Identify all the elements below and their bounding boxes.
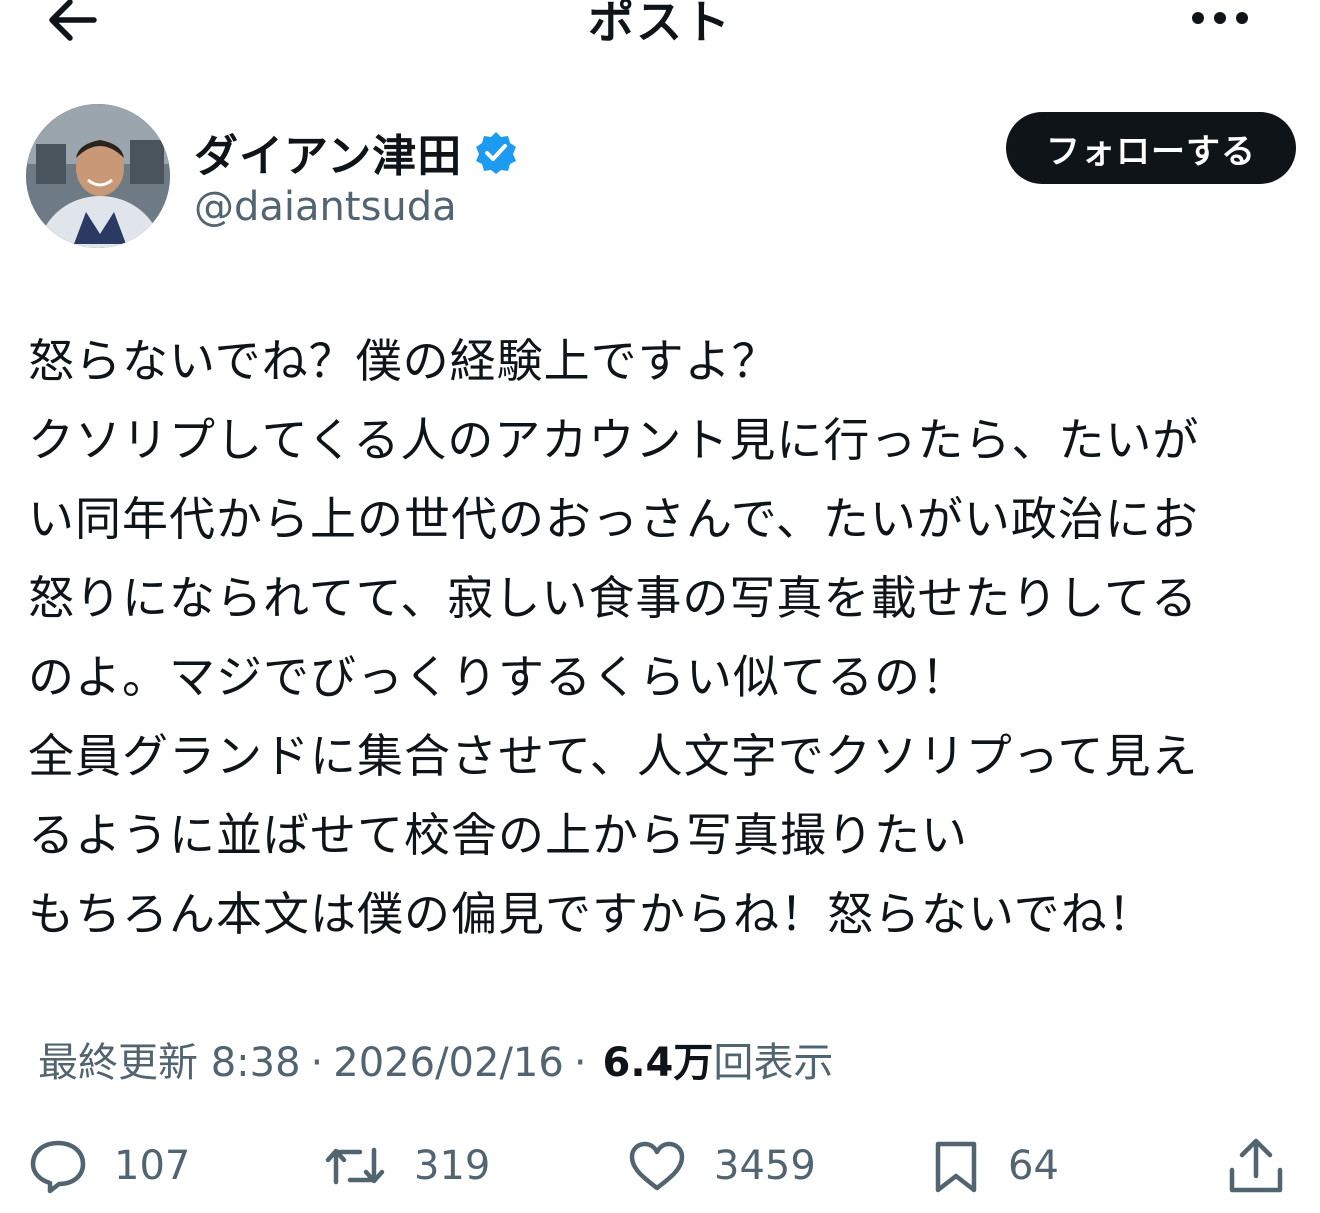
more-options-button[interactable] xyxy=(1188,0,1252,38)
repost-button[interactable]: 319 xyxy=(322,1130,490,1202)
top-bar: ポスト xyxy=(0,0,1320,60)
bookmark-count: 64 xyxy=(1008,1143,1059,1189)
meta-separator: · xyxy=(310,1040,324,1086)
like-count: 3459 xyxy=(714,1143,816,1189)
avatar[interactable] xyxy=(26,104,170,248)
last-updated-time[interactable]: 最終更新 8:38 xyxy=(38,1030,301,1088)
meta-separator: · xyxy=(573,1040,587,1086)
heart-icon xyxy=(626,1138,688,1194)
views-count[interactable]: 6.4万 xyxy=(603,1030,714,1088)
post-text-line: もちろん本文は僕の偏見ですからね！怒らないでね！ xyxy=(28,887,1155,941)
display-name[interactable]: ダイアン津田 xyxy=(194,120,462,184)
bookmark-button[interactable]: 64 xyxy=(930,1130,1059,1202)
follow-button[interactable]: フォローする xyxy=(1006,112,1296,184)
post-text-line: 全員グランドに集合させて、人文字でクソリプって見え xyxy=(28,729,1199,783)
speech-bubble-icon xyxy=(28,1138,88,1194)
action-bar: 107 319 3459 64 xyxy=(0,1130,1320,1202)
repost-arrows-icon xyxy=(322,1138,388,1194)
post-text-line: のよ。マジでびっくりするくらい似てるの！ xyxy=(28,650,968,704)
page-title: ポスト xyxy=(588,0,732,49)
verified-badge-icon xyxy=(474,130,518,174)
reply-button[interactable]: 107 xyxy=(28,1130,190,1202)
post-text-line: い同年代から上の世代のおっさんで、たいがい政治にお xyxy=(28,492,1199,546)
post-text-line: るように並ばせて校舎の上から写真撮りたい xyxy=(28,808,968,862)
share-button[interactable] xyxy=(1226,1130,1286,1202)
post-date[interactable]: 2026/02/16 xyxy=(333,1040,564,1086)
views-label: 回表示 xyxy=(713,1040,834,1086)
bookmark-icon xyxy=(930,1138,982,1194)
display-name-row[interactable]: ダイアン津田 xyxy=(194,120,518,184)
reply-count: 107 xyxy=(114,1143,191,1189)
post-text-line: 怒らないでね？僕の経験上ですよ？ xyxy=(28,334,779,388)
post-text: 怒らないでね？僕の経験上ですよ？ クソリプしてくる人のアカウント見に行ったら、た… xyxy=(28,322,1298,954)
like-button[interactable]: 3459 xyxy=(626,1130,816,1202)
more-horizontal-icon xyxy=(1190,11,1250,25)
post-text-line: クソリプしてくる人のアカウント見に行ったら、たいが xyxy=(28,413,1200,467)
share-upload-icon xyxy=(1226,1136,1286,1196)
post-author: ダイアン津田 @daiantsuda フォローする xyxy=(26,104,1296,254)
user-handle[interactable]: @daiantsuda xyxy=(194,184,457,230)
post-text-line: 怒りになられてて、寂しい食事の写真を載せたりしてる xyxy=(28,571,1198,625)
repost-count: 319 xyxy=(414,1143,491,1189)
post-meta: 最終更新 8:38 · 2026/02/16 · 6.4万 回表示 xyxy=(38,1030,833,1088)
